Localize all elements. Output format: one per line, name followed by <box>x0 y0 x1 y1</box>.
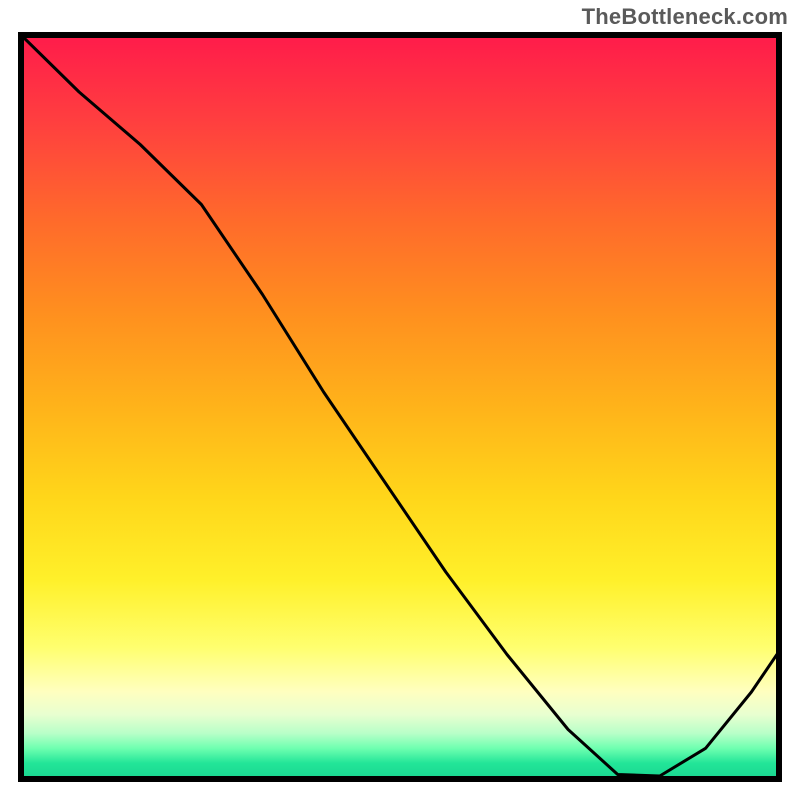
chart-frame <box>18 32 782 782</box>
chart-stage: TheBottleneck.com <box>0 0 800 800</box>
watermark-text: TheBottleneck.com <box>582 4 788 30</box>
chart-line-layer <box>18 32 782 782</box>
chart-curve <box>18 32 782 776</box>
